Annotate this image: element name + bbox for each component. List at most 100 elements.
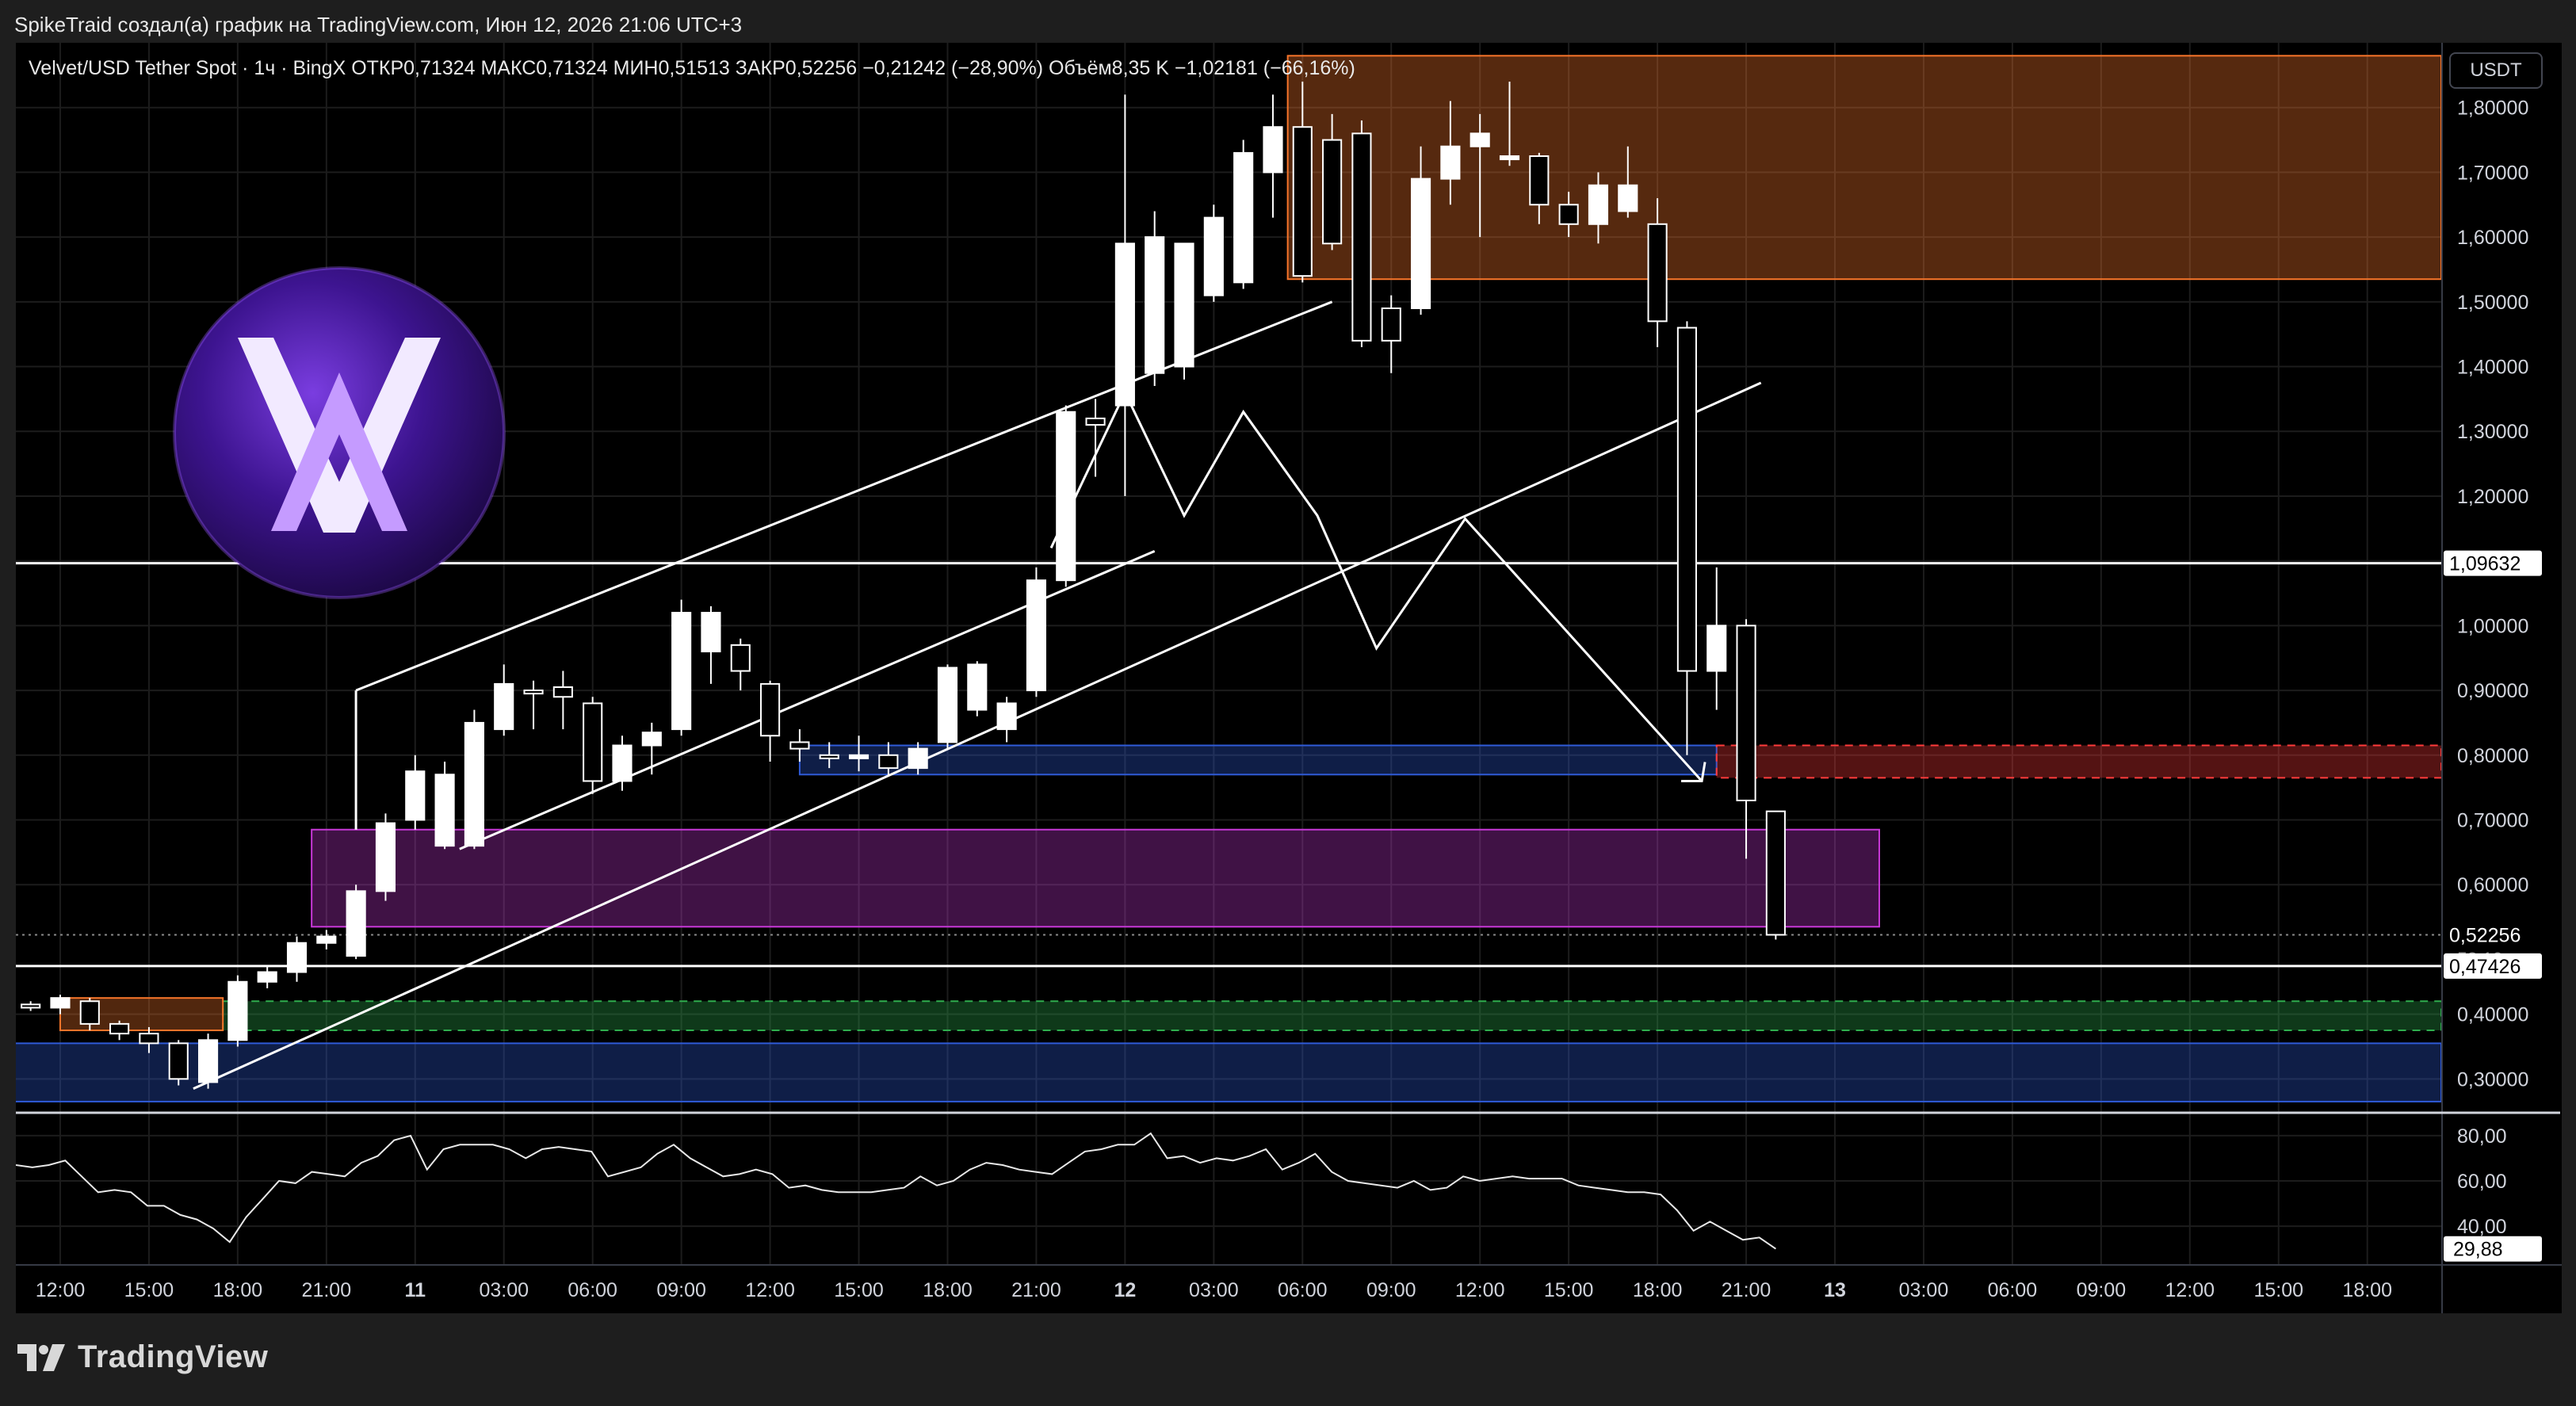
candle-body[interactable] [1707, 625, 1727, 672]
candle-body[interactable] [789, 741, 810, 750]
time-tick-label: 12:00 [1455, 1279, 1505, 1301]
candle-body[interactable] [1765, 810, 1786, 936]
time-tick-label: 12:00 [36, 1279, 86, 1301]
time-tick-label: 13 [1824, 1279, 1846, 1301]
candle-body[interactable] [730, 644, 751, 672]
candle-body[interactable] [464, 721, 484, 847]
zone-blue-low[interactable] [0, 1042, 2441, 1102]
candle-body[interactable] [375, 822, 396, 892]
time-tick-label: 12:00 [745, 1279, 795, 1301]
candle-body[interactable] [1440, 145, 1461, 180]
candle-body[interactable] [1676, 327, 1697, 672]
candle-body[interactable] [612, 744, 633, 782]
zone-green[interactable] [222, 1000, 2441, 1032]
candle-body[interactable] [197, 1039, 219, 1083]
time-tick-label: 09:00 [2077, 1279, 2127, 1301]
candle-body[interactable] [701, 612, 721, 653]
time-tick-label: 15:00 [2253, 1279, 2303, 1301]
candle-body[interactable] [1056, 411, 1076, 582]
time-tick-label: 03:00 [1189, 1279, 1239, 1301]
symbol-info-line: Velvet/USD Tether Spot · 1ч · BingX ОТКР… [29, 57, 1355, 79]
time-tick-label: 21:00 [1722, 1279, 1771, 1301]
candle-body[interactable] [1145, 236, 1165, 374]
candle-body[interactable] [405, 770, 426, 821]
candle-body[interactable] [139, 1033, 159, 1045]
candle-body[interactable] [641, 732, 662, 747]
price-tick-label: 0,70000 [2457, 809, 2528, 831]
candle-body[interactable] [257, 971, 277, 983]
zone-supply[interactable] [1286, 55, 2441, 281]
candle-body[interactable] [346, 890, 366, 957]
price-tick-label: 1,20000 [2457, 486, 2528, 508]
candle-body[interactable] [494, 682, 514, 731]
candle-body[interactable] [1470, 132, 1490, 147]
oscillator-line[interactable] [16, 1132, 1776, 1250]
time-tick-label: 06:00 [1278, 1279, 1328, 1301]
candle-body[interactable] [583, 702, 603, 782]
candle-body[interactable] [1085, 417, 1106, 426]
price-tick-label: 1,70000 [2457, 162, 2528, 184]
candle-body[interactable] [50, 997, 71, 1009]
candle-body[interactable] [109, 1022, 130, 1035]
time-tick-label: 06:00 [568, 1279, 617, 1301]
zone-purple[interactable] [311, 828, 1880, 928]
candle-body[interactable] [434, 774, 455, 847]
zone-red[interactable] [1715, 744, 2441, 779]
trend-line[interactable] [1049, 389, 1703, 782]
zone-blue-mid[interactable] [798, 744, 1718, 776]
candle-body[interactable] [908, 747, 928, 770]
tradingview-brand[interactable]: TradingView [17, 1339, 268, 1375]
price-tick-label: 1,00000 [2457, 615, 2528, 637]
candle-body[interactable] [1736, 625, 1756, 801]
candle-body[interactable] [1263, 126, 1283, 174]
candle-body[interactable] [819, 754, 839, 759]
candle-body[interactable] [1351, 132, 1372, 342]
time-tick-label: 03:00 [479, 1279, 529, 1301]
candle-body[interactable] [1322, 139, 1343, 245]
candle-body[interactable] [1381, 308, 1401, 342]
candle-body[interactable] [79, 1000, 100, 1025]
candle-body[interactable] [1026, 579, 1047, 692]
time-tick-label: 09:00 [656, 1279, 706, 1301]
brand-name: TradingView [78, 1339, 269, 1374]
candle-body[interactable] [316, 935, 337, 944]
candlestick-chart[interactable]: 1,80000 1,70000 1,60000 1,50000 1,40000 1,300… [0, 0, 2576, 1406]
last-price-badge: 0,52256 [2449, 924, 2521, 946]
time-tick-label: 15:00 [124, 1279, 174, 1301]
candle-body[interactable] [1410, 178, 1431, 309]
candle-body[interactable] [1233, 151, 1254, 284]
time-tick-label: 06:00 [1988, 1279, 2038, 1301]
velvet-logo-icon [173, 266, 506, 599]
osc-tick-label: 80,00 [2457, 1125, 2507, 1148]
candle-body[interactable] [1588, 184, 1609, 225]
candle-body[interactable] [1499, 155, 1520, 161]
candle-body[interactable] [1558, 204, 1579, 225]
candle-body[interactable] [1174, 243, 1194, 368]
candle-body[interactable] [1618, 184, 1638, 212]
candle-body[interactable] [996, 702, 1017, 731]
currency-selector-button[interactable]: USDT [2449, 52, 2543, 89]
tradingview-frame: SpikeTraid создал(а) график на TradingVi… [0, 0, 2576, 1406]
time-tick-label: 21:00 [1011, 1279, 1061, 1301]
candle-body[interactable] [760, 682, 781, 737]
time-tick-label: 09:00 [1366, 1279, 1416, 1301]
candle-body[interactable] [937, 667, 958, 743]
candle-body[interactable] [1529, 155, 1550, 206]
candle-body[interactable] [967, 663, 988, 711]
candle-body[interactable] [1114, 243, 1135, 407]
candle-body[interactable] [1203, 216, 1224, 296]
candle-body[interactable] [21, 1003, 41, 1009]
candle-body[interactable] [227, 980, 248, 1041]
candle-body[interactable] [168, 1042, 189, 1080]
price-tick-label: 0,40000 [2457, 1004, 2528, 1026]
candle-body[interactable] [1292, 126, 1313, 277]
time-tick-label: 18:00 [213, 1279, 263, 1301]
candle-body[interactable] [523, 690, 544, 695]
candle-body[interactable] [671, 612, 692, 731]
candle-body[interactable] [878, 754, 899, 770]
candle-body[interactable] [1647, 223, 1668, 323]
candle-body[interactable] [286, 942, 308, 973]
candle-body[interactable] [848, 754, 869, 759]
candle-body[interactable] [552, 686, 573, 698]
price-tick-label: 1,40000 [2457, 357, 2528, 379]
